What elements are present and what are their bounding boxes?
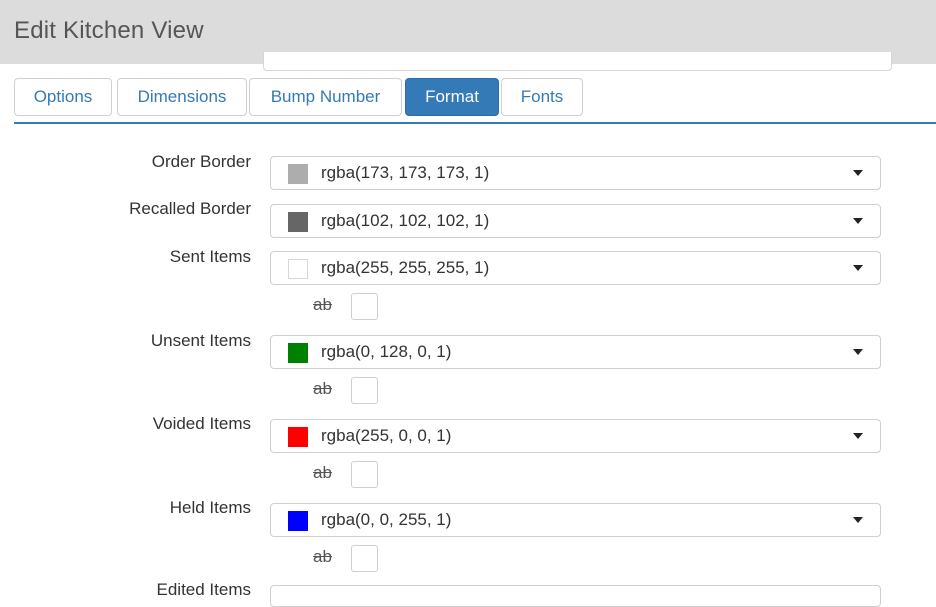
strikethrough-label: ab xyxy=(313,463,332,482)
recalled-border-color-select[interactable]: rgba(102, 102, 102, 1) xyxy=(270,204,881,238)
sent-items-strikethrough-checkbox[interactable] xyxy=(351,293,378,320)
order-border-color-select[interactable]: rgba(173, 173, 173, 1) xyxy=(270,156,881,190)
caret-down-icon xyxy=(853,349,863,355)
caret-down-icon xyxy=(853,433,863,439)
order-border-label: Order Border xyxy=(151,152,251,171)
caret-down-icon xyxy=(853,265,863,271)
order-border-value: rgba(173, 173, 173, 1) xyxy=(321,163,490,182)
tab-bump-number[interactable]: Bump Number xyxy=(249,78,402,116)
held-items-color-select[interactable]: rgba(0, 0, 255, 1) xyxy=(270,503,881,537)
sent-items-color-select[interactable]: rgba(255, 255, 255, 1) xyxy=(270,251,881,285)
voided-items-value: rgba(255, 0, 0, 1) xyxy=(321,426,452,445)
edited-items-label: Edited Items xyxy=(156,580,252,599)
strikethrough-label: ab xyxy=(313,295,332,314)
color-swatch xyxy=(288,511,308,531)
color-swatch xyxy=(288,259,308,279)
dialog-title: Edit Kitchen View xyxy=(14,17,204,44)
caret-down-icon xyxy=(853,218,863,224)
held-items-value: rgba(0, 0, 255, 1) xyxy=(321,510,452,529)
tab-dimensions[interactable]: Dimensions xyxy=(117,78,247,116)
strikethrough-label: ab xyxy=(313,547,332,566)
voided-items-label: Voided Items xyxy=(152,414,251,433)
voided-items-color-select[interactable]: rgba(255, 0, 0, 1) xyxy=(270,419,881,453)
caret-down-icon xyxy=(853,170,863,176)
caret-down-icon xyxy=(853,517,863,523)
tab-underline xyxy=(14,122,936,124)
recalled-border-value: rgba(102, 102, 102, 1) xyxy=(321,211,490,230)
sent-items-value: rgba(255, 255, 255, 1) xyxy=(321,258,490,277)
voided-items-strikethrough-checkbox[interactable] xyxy=(351,461,378,488)
sent-items-label: Sent Items xyxy=(169,247,251,266)
edited-items-color-select[interactable] xyxy=(270,585,881,607)
held-items-label: Held Items xyxy=(169,498,251,517)
color-swatch xyxy=(288,343,308,363)
recalled-border-label: Recalled Border xyxy=(129,199,251,218)
color-swatch xyxy=(288,427,308,447)
truncated-input-field[interactable] xyxy=(263,52,892,71)
color-swatch xyxy=(288,164,308,184)
held-items-strikethrough-checkbox[interactable] xyxy=(351,545,378,572)
unsent-items-color-select[interactable]: rgba(0, 128, 0, 1) xyxy=(270,335,881,369)
unsent-items-strikethrough-checkbox[interactable] xyxy=(351,377,378,404)
strikethrough-label: ab xyxy=(313,379,332,398)
tab-format[interactable]: Format xyxy=(405,78,499,116)
unsent-items-value: rgba(0, 128, 0, 1) xyxy=(321,342,452,361)
color-swatch xyxy=(288,212,308,232)
tab-fonts[interactable]: Fonts xyxy=(501,78,583,116)
unsent-items-label: Unsent Items xyxy=(150,331,251,350)
tab-options[interactable]: Options xyxy=(14,78,112,116)
